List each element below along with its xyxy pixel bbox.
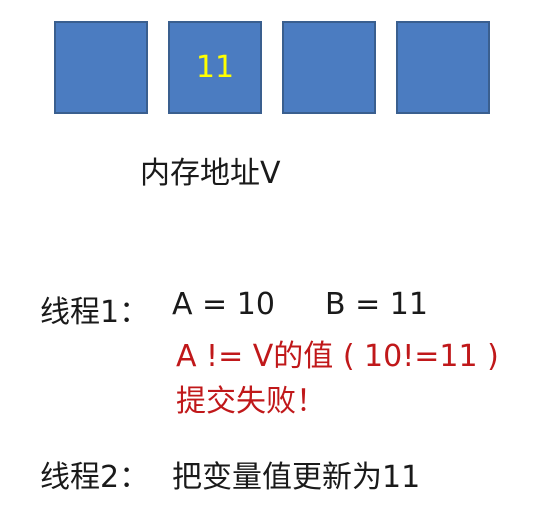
- thread2-action: 把变量值更新为11: [172, 460, 421, 495]
- thread1-new-value: B = 11: [325, 287, 428, 322]
- memory-cell-4: [396, 21, 490, 114]
- memory-cell-2-value: 11: [195, 50, 235, 85]
- thread1-expected-value: A = 10: [172, 287, 275, 322]
- memory-cells: 11: [54, 21, 490, 114]
- thread2-label: 线程2：: [40, 460, 150, 495]
- memory-address-label: 内存地址V: [140, 156, 281, 191]
- thread1-label: 线程1：: [40, 295, 150, 330]
- thread1-failure-note: 提交失败！: [176, 384, 326, 419]
- thread1-compare-note: A != V的值 ( 10!=11 ): [176, 339, 499, 374]
- memory-cell-2: 11: [168, 21, 262, 114]
- memory-cell-1: [54, 21, 148, 114]
- memory-cell-3: [282, 21, 376, 114]
